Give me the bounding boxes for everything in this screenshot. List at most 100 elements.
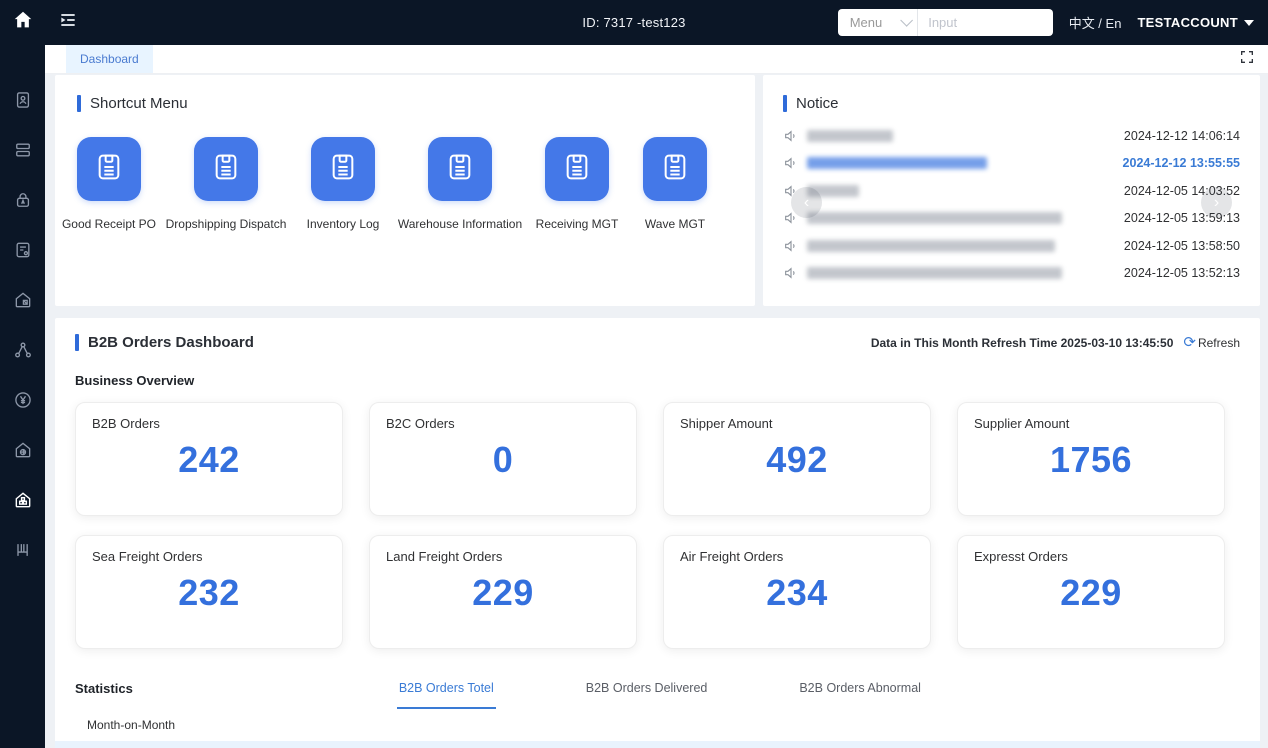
document-contact-icon [13,240,33,260]
topbar: ID: 7317 -test123 Menu 中文 / En TESTACCOU… [0,0,1268,45]
fullscreen-icon [1239,49,1255,70]
stat-tab-b2b-orders-total[interactable]: B2B Orders Totel [399,681,494,709]
warehouse-globe-icon [13,440,33,460]
topbar-search-group: Menu [838,9,1053,36]
shelf-barcode-icon [13,540,33,560]
notice-item[interactable]: 2024-12-05 13:52:13 [783,260,1240,288]
redacted-notice-text [807,267,1062,279]
shortcut-good-receipt-po[interactable]: Good Receipt PO [77,137,141,231]
card-sea-freight-orders[interactable]: Sea Freight Orders 232 [75,535,343,649]
session-id-label: ID: 7317 -test123 [582,15,685,30]
speaker-icon [783,128,799,144]
card-supplier-amount[interactable]: Supplier Amount 1756 [957,402,1225,516]
redacted-notice-text [807,157,987,169]
speaker-icon [783,155,799,171]
home-button[interactable] [0,0,45,45]
account-name: TESTACCOUNT [1137,15,1238,30]
shortcut-menu-title: Shortcut Menu [90,95,188,112]
chevron-right-icon: › [1214,194,1219,212]
sidebar-item-orders-list[interactable] [0,125,45,175]
currency-yen-icon [13,390,33,410]
sidebar-item-overseas-warehouse[interactable] [0,425,45,475]
main-content: Shortcut Menu Good Receipt PO Dropshippi… [45,74,1268,748]
search-input[interactable] [918,15,1052,30]
business-overview-title: Business Overview [75,373,1240,388]
sidebar-item-security[interactable] [0,175,45,225]
clipboard-icon [327,151,359,188]
sidebar-item-user-badge[interactable] [0,75,45,125]
notice-item[interactable]: 2024-12-12 13:55:55 [783,150,1240,178]
clipboard-icon [659,151,691,188]
shortcut-receiving-mgt[interactable]: Receiving MGT [545,137,609,231]
statistics-title: Statistics [75,681,133,696]
sidebar-item-warehouse-out[interactable] [0,275,45,325]
menu-unfold-icon [58,10,78,35]
warehouse-out-icon [13,290,33,310]
sidebar-item-warehouse-mgt[interactable] [0,475,45,525]
notice-item[interactable]: 2024-12-05 13:58:50 [783,232,1240,260]
accent-bar [75,334,79,351]
refresh-icon: ⟳ [1183,335,1196,350]
b2b-orders-dashboard-panel: B2B Orders Dashboard Data in This Month … [55,318,1260,748]
redacted-notice-text [807,130,893,142]
sidebar-item-documents[interactable] [0,225,45,275]
month-on-month-label: Month-on-Month [87,718,1240,732]
sidebar [0,45,45,748]
notice-next-button[interactable]: › [1201,187,1232,218]
redacted-notice-text [807,212,1062,224]
stat-tab-b2b-orders-abnormal[interactable]: B2B Orders Abnormal [799,681,921,709]
accent-bar [783,95,787,112]
sidebar-item-finance[interactable] [0,375,45,425]
speaker-icon [783,265,799,281]
card-b2c-orders[interactable]: B2C Orders 0 [369,402,637,516]
clipboard-icon [561,151,593,188]
chevron-left-icon: ‹ [804,194,809,212]
card-expresst-orders[interactable]: Expresst Orders 229 [957,535,1225,649]
refresh-button[interactable]: ⟳ Refresh [1183,335,1240,350]
chevron-down-icon [900,14,913,27]
clipboard-icon [93,151,125,188]
card-shipper-amount[interactable]: Shipper Amount 492 [663,402,931,516]
stat-tab-b2b-orders-delivered[interactable]: B2B Orders Delivered [586,681,708,709]
caret-down-icon [1244,20,1254,26]
overview-cards: B2B Orders 242 B2C Orders 0 Shipper Amou… [75,402,1240,649]
network-nodes-icon [13,340,33,360]
notice-item[interactable]: 2024-12-05 13:59:13 [783,205,1240,233]
card-b2b-orders[interactable]: B2B Orders 242 [75,402,343,516]
sidebar-item-network[interactable] [0,325,45,375]
accent-bar [77,95,81,112]
padlock-icon [13,190,33,210]
notice-prev-button[interactable]: ‹ [791,187,822,218]
menu-select-value: Menu [850,15,883,30]
notice-item[interactable]: 2024-12-05 14:03:52 [783,177,1240,205]
menu-select[interactable]: Menu [838,9,919,36]
stacked-list-icon [13,140,33,160]
refresh-info-label: Data in This Month Refresh Time 2025-03-… [871,336,1174,350]
clipboard-icon [210,151,242,188]
shortcut-inventory-log[interactable]: Inventory Log [311,137,375,231]
account-menu[interactable]: TESTACCOUNT [1137,15,1254,30]
sidebar-collapse-button[interactable] [56,11,80,35]
shortcut-dropshipping-dispatch[interactable]: Dropshipping Dispatch [194,137,258,231]
notice-panel: Notice 2024-12-12 14:06:14 2024-12-12 13… [763,75,1260,306]
b2b-dashboard-title: B2B Orders Dashboard [88,334,254,351]
notice-title: Notice [796,95,839,112]
speaker-icon [783,238,799,254]
card-air-freight-orders[interactable]: Air Freight Orders 234 [663,535,931,649]
redacted-notice-text [807,240,1055,252]
fullscreen-button[interactable] [1239,45,1255,73]
warehouse-grid-icon [13,490,33,510]
language-switch[interactable]: 中文 / En [1069,13,1122,32]
tab-bar: Dashboard [45,45,1268,74]
shortcut-wave-mgt[interactable]: Wave MGT [643,137,707,231]
chart-area-top-edge [55,741,1260,748]
home-icon [12,9,34,36]
notice-item[interactable]: 2024-12-12 14:06:14 [783,122,1240,150]
sidebar-item-shelf[interactable] [0,525,45,575]
card-land-freight-orders[interactable]: Land Freight Orders 229 [369,535,637,649]
tab-dashboard[interactable]: Dashboard [66,45,153,73]
clipboard-icon [444,151,476,188]
shortcut-warehouse-information[interactable]: Warehouse Information [428,137,492,231]
user-badge-icon [13,90,33,110]
shortcut-menu-panel: Shortcut Menu Good Receipt PO Dropshippi… [55,75,755,306]
